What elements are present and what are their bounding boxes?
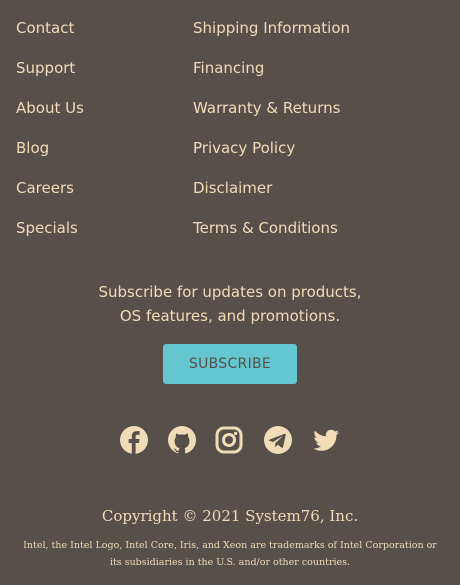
footer-link-privacy-policy[interactable]: Privacy Policy [193, 136, 350, 176]
copyright-text: Copyright © 2021 System76, Inc. [101, 507, 359, 525]
footer-links-right: Shipping Information Financing Warranty … [193, 16, 350, 256]
subscribe-text-line2: OS features, and promotions. [119, 307, 341, 325]
instagram-icon[interactable] [213, 424, 245, 456]
footer-link-disclaimer[interactable]: Disclaimer [193, 176, 350, 216]
footer-link-support[interactable]: Support [16, 56, 84, 96]
footer-link-financing[interactable]: Financing [193, 56, 350, 96]
footer-link-careers[interactable]: Careers [16, 176, 84, 216]
footer-link-specials[interactable]: Specials [16, 216, 84, 256]
trademark-notice: Intel, the Intel Logo, Intel Core, Iris,… [23, 540, 437, 568]
subscribe-button[interactable]: SUBSCRIBE [163, 344, 297, 384]
footer-links-left: Contact Support About Us Blog Careers Sp… [16, 16, 84, 256]
footer-link-blog[interactable]: Blog [16, 136, 84, 176]
footer-link-about-us[interactable]: About Us [16, 96, 84, 136]
subscribe-description: Subscribe for updates on products, OS fe… [0, 280, 460, 328]
github-icon[interactable] [166, 424, 198, 456]
facebook-icon[interactable] [118, 424, 150, 456]
footer-link-contact[interactable]: Contact [16, 16, 84, 56]
footer-link-terms-conditions[interactable]: Terms & Conditions [193, 216, 350, 256]
twitter-icon[interactable] [310, 424, 342, 456]
social-links [0, 424, 460, 456]
telegram-icon[interactable] [262, 424, 294, 456]
footer-link-warranty-returns[interactable]: Warranty & Returns [193, 96, 350, 136]
site-footer: Contact Support About Us Blog Careers Sp… [0, 0, 460, 585]
footer-link-shipping-information[interactable]: Shipping Information [193, 16, 350, 56]
subscribe-text-line1: Subscribe for updates on products, [98, 283, 362, 301]
